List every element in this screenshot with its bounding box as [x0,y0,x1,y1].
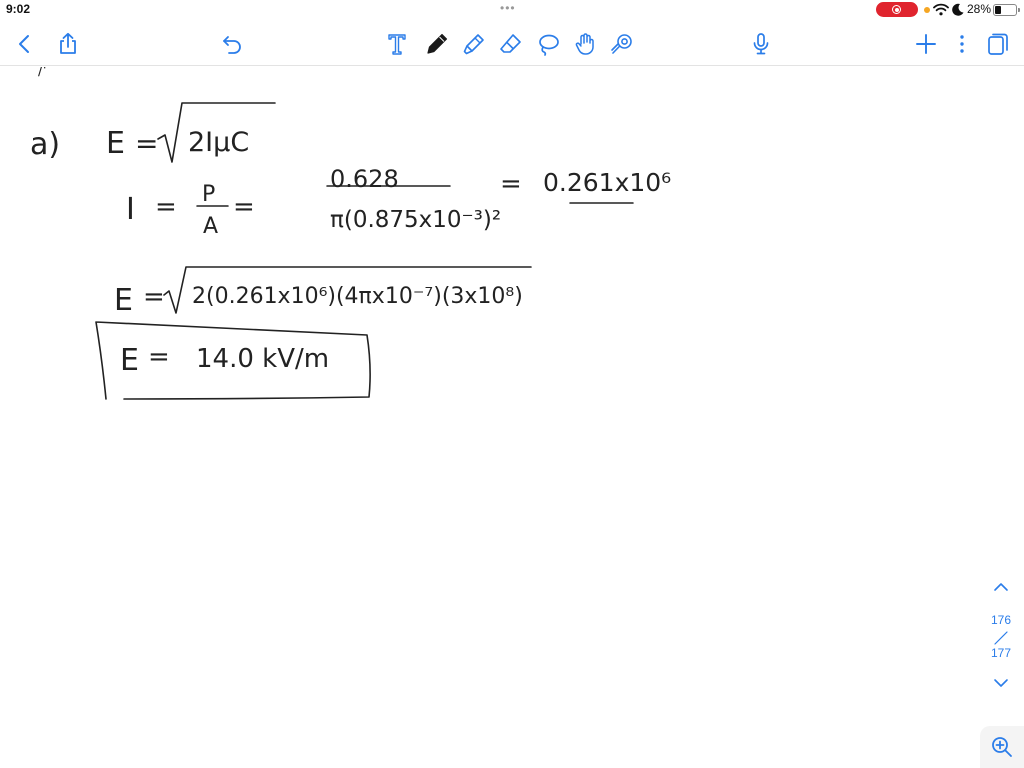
lasso-icon[interactable] [536,32,560,56]
more-icon[interactable] [950,32,974,56]
add-icon[interactable] [914,32,938,56]
pen-icon[interactable] [425,32,449,56]
line1-lhs: E [106,126,125,161]
zoom-button[interactable] [980,726,1024,768]
line1-radicand: 2IμC [188,127,249,158]
back-chevron-icon[interactable] [13,32,37,56]
page-navigator: 176 177 [986,578,1016,694]
next-page-chevron-icon[interactable] [991,676,1011,690]
wifi-icon [933,3,949,16]
multitasking-dots-icon[interactable]: ••• [500,1,516,15]
line2-numerator2: 0.628 [330,165,399,193]
line2-lhs: I [126,192,135,227]
moon-icon [952,3,964,16]
note-canvas[interactable]: /' a) E = 2IμC I = P A = 0.628 π(0.875x1… [0,67,1024,768]
text-tool-icon[interactable] [385,32,409,56]
handwritten-ink: /' a) E = 2IμC I = P A = 0.628 π(0.875x1… [30,67,671,400]
line2-equals3: = [500,169,522,199]
line2-numerator: P [202,182,215,207]
previous-page-chevron-icon[interactable] [991,580,1011,594]
record-dot-icon [894,7,899,12]
line2-equals1: = [155,192,177,222]
undo-icon[interactable] [220,32,244,56]
line3-lhs: E [114,283,133,318]
microphone-icon[interactable] [749,32,773,56]
total-page-count: 177 [990,646,1012,660]
status-time: 9:02 [6,2,31,16]
answer-lhs: E [120,343,139,378]
ink-fragment: /' [38,67,47,79]
line2-equals2: = [233,192,255,222]
line2-denominator: A [203,214,218,239]
screen-recording-indicator[interactable] [876,2,918,17]
battery-icon [993,4,1020,16]
status-bar: 9:02 ••• 28% [0,0,1024,20]
page-separator [994,631,1008,645]
battery-fill [995,6,1001,14]
line3-equals: = [143,282,165,312]
privacy-indicator-dot [924,7,930,13]
answer-equals: = [148,342,170,372]
share-icon[interactable] [56,32,80,56]
line2-denominator2: π(0.875x10⁻³)² [330,207,501,233]
current-page-number[interactable]: 176 [986,613,1016,627]
line1-equals: = [135,127,158,160]
line2-result: 0.261x10⁶ [543,168,671,197]
eraser-icon[interactable] [499,32,523,56]
answer-value: 14.0 kV/m [196,344,329,374]
toolbar [0,20,1024,66]
hand-select-icon[interactable] [574,32,598,56]
part-label: a) [30,127,60,162]
highlighter-icon[interactable] [462,32,486,56]
pages-icon[interactable] [986,32,1010,56]
line3-radicand: 2(0.261x10⁶)(4πx10⁻⁷)(3x10⁸) [192,284,523,309]
battery-nub [1018,8,1020,12]
battery-percent: 28% [967,2,992,16]
zoom-in-icon [992,737,1012,757]
laser-pointer-icon[interactable] [610,32,634,56]
